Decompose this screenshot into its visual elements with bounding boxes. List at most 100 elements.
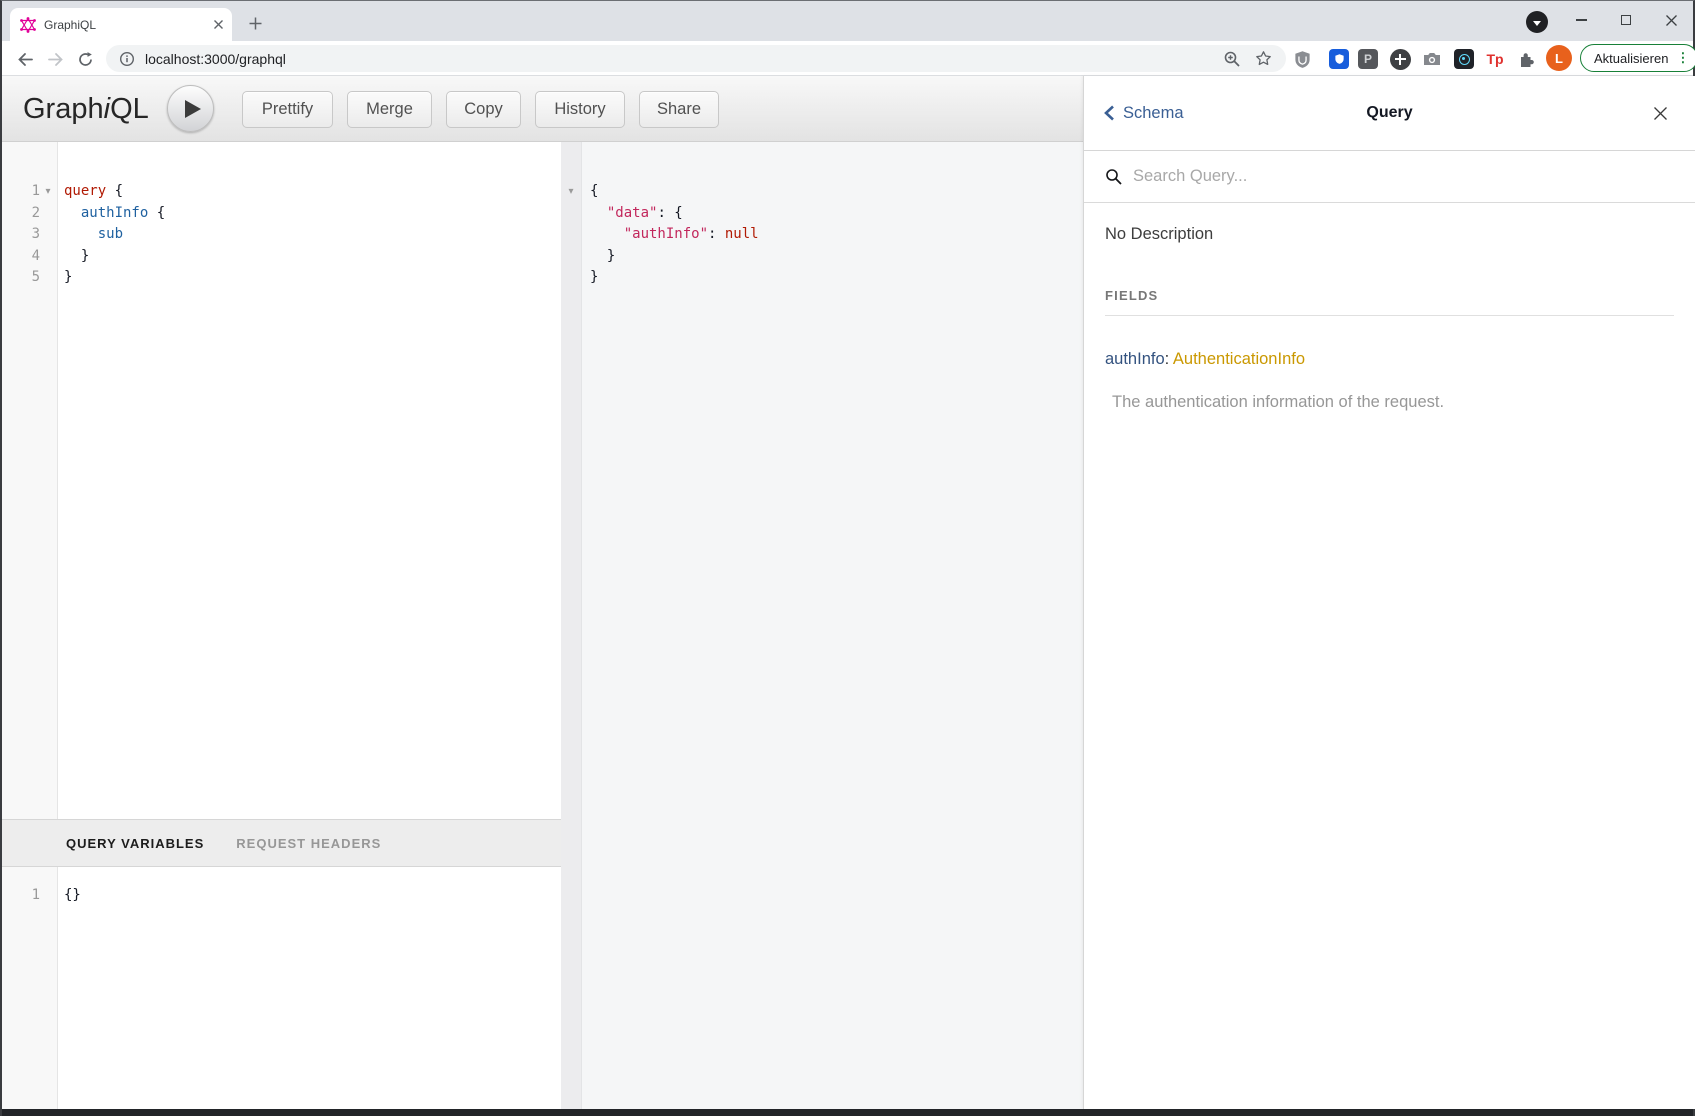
site-info-icon[interactable] [119, 51, 135, 67]
update-button[interactable]: Aktualisieren ⋮ [1580, 44, 1695, 72]
code-line: { [590, 181, 1083, 203]
menu-dots-icon: ⋮ [1676, 50, 1689, 67]
query-editor-gutter: 1▾2345 [2, 142, 58, 819]
doc-explorer-header: Schema Query [1084, 76, 1695, 151]
back-button[interactable] [12, 46, 38, 72]
gutter-line: ▾ [561, 181, 581, 203]
history-button[interactable]: History [535, 91, 625, 128]
fold-caret-empty [561, 267, 581, 289]
gutter-line: 5 [2, 267, 57, 289]
minimize-icon [1576, 19, 1587, 21]
p-extension-icon[interactable]: P [1355, 46, 1381, 72]
tab-request-headers[interactable]: REQUEST HEADERS [236, 836, 381, 851]
bitwarden-extension-icon[interactable] [1326, 46, 1352, 72]
camera-extension-icon[interactable] [1419, 46, 1445, 72]
window-close-button[interactable] [1649, 1, 1693, 39]
graphiql-logo: GraphiQL [23, 93, 149, 126]
result-fold-gutter[interactable]: ▾ [561, 142, 582, 1109]
doc-field-type-link[interactable]: AuthenticationInfo [1173, 350, 1305, 368]
prettify-button[interactable]: Prettify [242, 91, 333, 128]
zoom-icon[interactable] [1223, 50, 1241, 68]
code-line: } [590, 267, 1083, 289]
tab-query-variables[interactable]: QUERY VARIABLES [66, 836, 204, 851]
forward-button[interactable] [42, 46, 68, 72]
doc-field-name-link[interactable]: authInfo [1105, 350, 1165, 368]
tp-extension-icon[interactable]: Tp [1482, 46, 1508, 72]
code-line: authInfo { [64, 203, 561, 225]
code-line: sub [64, 224, 561, 246]
query-editor[interactable]: 1▾2345 query { authInfo { sub }} [2, 142, 561, 819]
gutter-line [561, 224, 581, 246]
browser-tab[interactable]: GraphiQL [10, 8, 232, 41]
address-bar[interactable]: localhost:3000/graphql [106, 45, 1286, 72]
react-devtools-extension-icon[interactable] [1451, 46, 1477, 72]
gutter-line: 1▾ [2, 181, 57, 203]
gutter-line: 3 [2, 224, 57, 246]
variables-editor-gutter: 1 [2, 867, 58, 1109]
gutter-line: 1 [2, 885, 57, 907]
graphql-logo-icon [20, 17, 36, 33]
merge-button[interactable]: Merge [347, 91, 432, 128]
doc-content: No Description FIELDS authInfo: Authenti… [1084, 225, 1695, 412]
fold-caret-empty [40, 885, 56, 907]
share-button[interactable]: Share [639, 91, 719, 128]
fold-caret-empty [561, 203, 581, 225]
doc-fields-label: FIELDS [1105, 288, 1674, 316]
update-button-label: Aktualisieren [1594, 51, 1668, 66]
taskbar-sliver [2, 1109, 1693, 1116]
code-line: "data": { [590, 203, 1083, 225]
doc-explorer-panel: Schema Query No Description FIELDS authI… [1083, 76, 1695, 1109]
reload-button[interactable] [72, 46, 98, 72]
doc-panel-title: Query [1084, 104, 1695, 122]
close-icon [1665, 14, 1678, 27]
profile-avatar[interactable]: L [1546, 45, 1572, 71]
gutter-line [561, 203, 581, 225]
doc-type-description: No Description [1105, 225, 1674, 244]
variables-editor-code[interactable]: {} [58, 867, 561, 1109]
doc-close-button[interactable] [1647, 100, 1673, 126]
bookmark-star-icon[interactable] [1255, 50, 1272, 67]
search-icon [1105, 168, 1123, 186]
window-maximize-button[interactable] [1604, 1, 1648, 39]
maximize-icon [1621, 15, 1631, 25]
play-icon [185, 100, 201, 118]
query-editor-code[interactable]: query { authInfo { sub }} [58, 142, 561, 819]
variables-editor[interactable]: 1 {} [2, 867, 561, 1109]
code-line: } [590, 246, 1083, 268]
browser-toolbar: localhost:3000/graphql [2, 41, 1693, 76]
variables-tabbar: QUERY VARIABLES REQUEST HEADERS [2, 819, 561, 867]
doc-field-description: The authentication information of the re… [1105, 393, 1674, 412]
gutter-line [561, 246, 581, 268]
fold-caret-icon[interactable]: ▾ [40, 181, 56, 203]
new-tab-button[interactable] [242, 10, 268, 36]
doc-field-row: authInfo: AuthenticationInfo [1105, 350, 1674, 369]
browser-window: GraphiQL [0, 0, 1695, 1116]
doc-search-input[interactable] [1133, 167, 1563, 186]
fold-caret-empty [40, 246, 56, 268]
fold-caret-empty [40, 224, 56, 246]
code-line: query { [64, 181, 561, 203]
media-controls-button[interactable] [1526, 11, 1548, 33]
result-json: { "data": { "authInfo": null }} [582, 142, 1083, 1109]
doc-search-box[interactable] [1084, 151, 1695, 203]
fold-caret-empty [40, 203, 56, 225]
window-minimize-button[interactable] [1559, 1, 1603, 39]
move-tool-extension-icon[interactable] [1387, 46, 1413, 72]
code-line: } [64, 246, 561, 268]
copy-button[interactable]: Copy [446, 91, 521, 128]
ublock-extension-icon[interactable] [1289, 46, 1315, 72]
url-text: localhost:3000/graphql [145, 51, 286, 67]
code-line: } [64, 267, 561, 289]
tab-close-icon[interactable] [213, 19, 224, 30]
execute-query-button[interactable] [167, 85, 214, 132]
gutter-line: 2 [2, 203, 57, 225]
code-line: {} [64, 885, 561, 907]
fold-caret-icon[interactable]: ▾ [561, 181, 581, 203]
fold-caret-empty [40, 267, 56, 289]
gutter-line: 4 [2, 246, 57, 268]
browser-titlebar: GraphiQL [2, 1, 1693, 41]
code-line: "authInfo": null [590, 224, 1083, 246]
caret-down-icon [1533, 21, 1541, 26]
extensions-puzzle-icon[interactable] [1513, 46, 1539, 72]
fold-caret-empty [561, 246, 581, 268]
